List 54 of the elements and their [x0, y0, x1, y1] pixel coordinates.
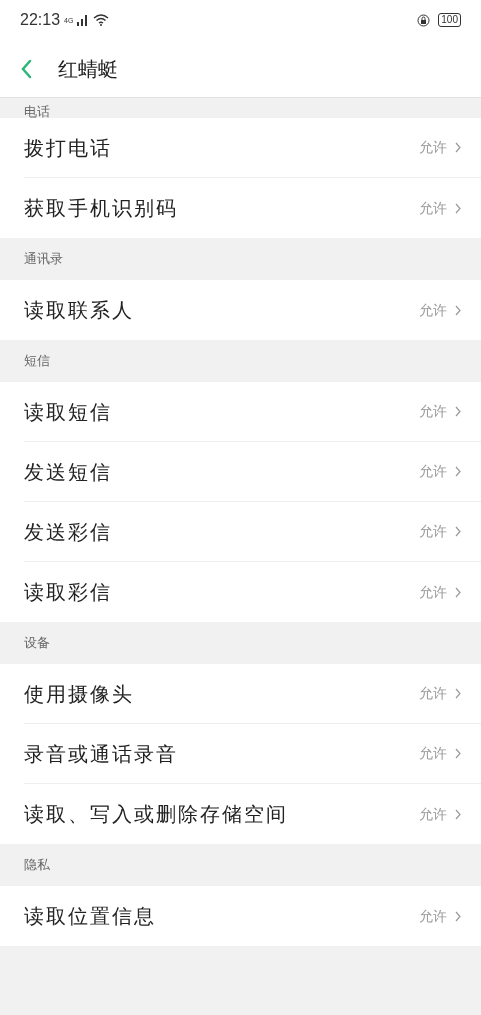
permission-row[interactable]: 获取手机识别码 允许: [24, 178, 481, 238]
chevron-right-icon: [455, 406, 461, 417]
permission-row[interactable]: 录音或通话录音 允许: [24, 724, 481, 784]
chevron-right-icon: [455, 304, 461, 316]
permission-label: 读取短信: [24, 399, 112, 425]
section-header: 短信: [24, 352, 50, 371]
permission-row[interactable]: 发送彩信 允许: [24, 502, 481, 562]
chevron-right-icon: [455, 586, 461, 598]
permission-row[interactable]: 拨打电话 允许: [24, 118, 481, 178]
permission-row[interactable]: 读取、写入或删除存储空间 允许: [24, 784, 481, 844]
permission-value: 允许: [419, 462, 447, 481]
permission-label: 读取位置信息: [24, 904, 156, 929]
permission-value: 允许: [419, 522, 447, 541]
permission-row[interactable]: 使用摄像头 允许: [24, 664, 481, 724]
chevron-right-icon: [455, 202, 461, 214]
permission-label: 读取彩信: [24, 580, 112, 605]
chevron-right-icon: [455, 688, 461, 699]
signal-icon: [77, 14, 90, 26]
back-button[interactable]: [20, 57, 34, 80]
permission-label: 录音或通话录音: [24, 741, 178, 767]
permission-value: 允许: [419, 300, 447, 320]
chevron-right-icon: [455, 748, 461, 759]
chevron-right-icon: [455, 808, 461, 820]
permission-label: 使用摄像头: [24, 681, 134, 707]
permission-label: 发送短信: [24, 459, 112, 485]
permission-value: 允许: [419, 906, 447, 926]
permission-value: 允许: [419, 138, 447, 157]
section-header: 隐私: [24, 856, 50, 875]
permission-value: 允许: [419, 198, 447, 218]
wifi-icon: [93, 14, 110, 26]
page-title: 红蜻蜓: [58, 56, 118, 82]
permission-value: 允许: [419, 804, 447, 824]
permission-value: 允许: [419, 744, 447, 763]
permission-value: 允许: [419, 402, 447, 421]
section-header: 设备: [24, 634, 50, 653]
status-time: 22:13: [20, 10, 61, 30]
permission-label: 发送彩信: [24, 519, 112, 545]
chevron-right-icon: [455, 142, 461, 153]
permission-label: 读取联系人: [24, 298, 134, 323]
section-header: 电话: [24, 105, 50, 118]
section-header: 通讯录: [24, 250, 63, 269]
permission-row[interactable]: 读取彩信 允许: [24, 562, 481, 622]
chevron-right-icon: [455, 910, 461, 922]
permission-label: 获取手机识别码: [24, 196, 178, 221]
permission-label: 读取、写入或删除存储空间: [24, 802, 288, 827]
permission-row[interactable]: 发送短信 允许: [24, 442, 481, 502]
permission-value: 允许: [419, 582, 447, 602]
chevron-right-icon: [455, 526, 461, 537]
permission-value: 允许: [419, 684, 447, 703]
lock-rotation-icon: [417, 13, 431, 27]
permission-row[interactable]: 读取短信 允许: [24, 382, 481, 442]
permission-label: 拨打电话: [24, 135, 112, 161]
chevron-right-icon: [455, 466, 461, 477]
battery-indicator: 100: [438, 13, 461, 27]
